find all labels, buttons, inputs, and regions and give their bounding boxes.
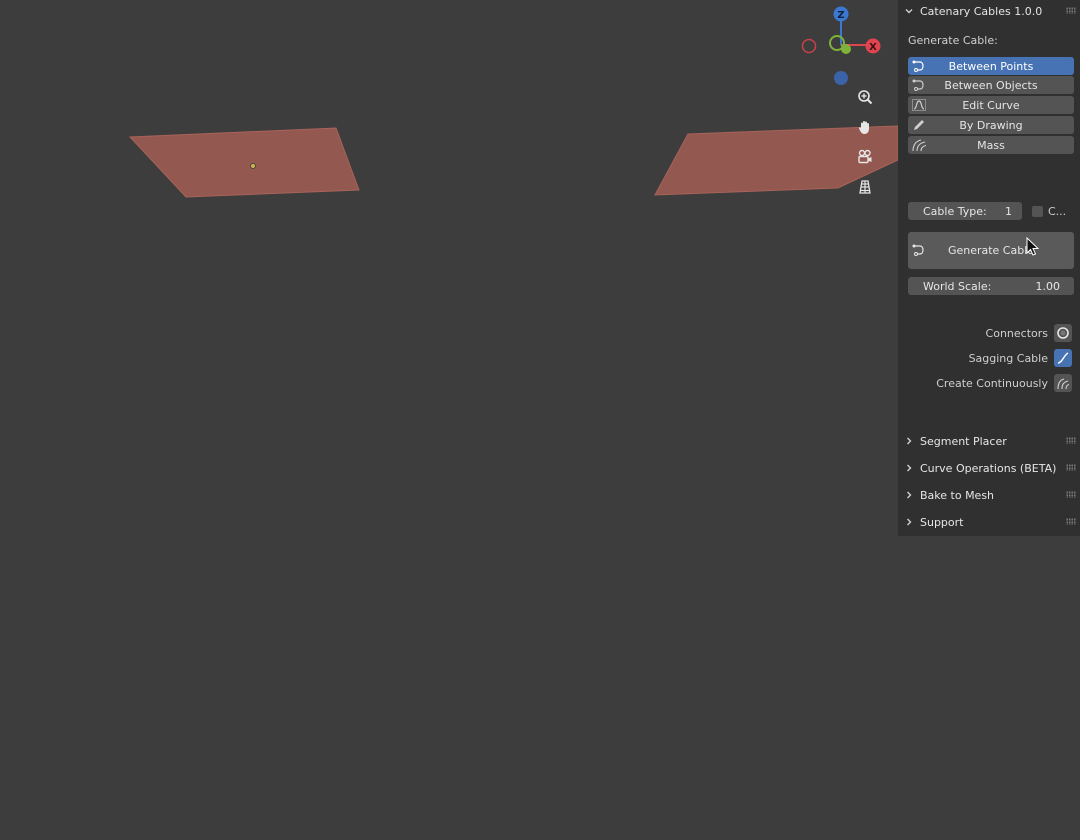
zoom-icon[interactable] [857, 89, 881, 113]
panel-title: Bake to Mesh [920, 488, 995, 502]
mass-icon [912, 139, 927, 152]
mode-between-objects-button[interactable]: Between Objects [908, 76, 1074, 94]
sag-curve-icon[interactable] [1054, 349, 1072, 367]
panel-title: Support [920, 515, 964, 529]
option-checkbox[interactable]: C... [1032, 202, 1066, 220]
cable-type-value: 1 [1005, 204, 1012, 218]
world-scale-value: 1.00 [1035, 279, 1061, 293]
chevron-right-icon [898, 517, 920, 527]
sidebar-panel-bg: Catenary Cables 1.0.0 Generate Cable: Be… [898, 0, 1080, 536]
drag-grip-icon[interactable] [1066, 437, 1076, 444]
panel-header-curve-operations[interactable]: Curve Operations (BETA) [898, 458, 1080, 478]
cable-objects-icon [912, 79, 924, 91]
ring-icon[interactable] [1054, 324, 1072, 342]
toggle-label: Connectors [985, 326, 1048, 340]
toggle-label: Create Continuously [936, 376, 1048, 390]
toggle-connectors-row[interactable]: Connectors [986, 323, 1072, 343]
world-scale-label: World Scale: [923, 279, 992, 293]
chevron-right-icon [898, 490, 920, 500]
mode-label: Between Objects [944, 78, 1038, 92]
chevron-right-icon [898, 463, 920, 473]
plane-left [128, 127, 360, 198]
chevron-right-icon [898, 436, 920, 446]
mode-edit-curve-button[interactable]: Edit Curve [908, 96, 1074, 114]
toggle-create-continuously-row[interactable]: Create Continuously [936, 373, 1072, 393]
cable-points-icon [912, 60, 924, 72]
panel-title: Curve Operations (BETA) [920, 461, 1057, 475]
mouse-cursor-icon [1026, 237, 1040, 256]
mode-label: Between Points [948, 59, 1034, 73]
panel-header-catenary[interactable]: Catenary Cables 1.0.0 [898, 1, 1080, 21]
drag-grip-icon[interactable] [1066, 491, 1076, 498]
axis-neg-z [834, 71, 848, 85]
cable-type-label: Cable Type: [923, 204, 987, 218]
axis-x-label: X [869, 42, 877, 53]
viewport-canvas: Z X [128, 6, 898, 198]
world-scale-field[interactable]: World Scale: 1.00 [908, 277, 1074, 295]
ortho-grid-icon[interactable] [857, 179, 881, 203]
panel-title: Segment Placer [920, 434, 1007, 448]
pencil-icon [914, 120, 924, 130]
generate-cable-button[interactable]: Generate Cable [908, 232, 1074, 269]
mode-label: Mass [977, 138, 1005, 152]
toggle-sagging-cable-row[interactable]: Sagging Cable [969, 348, 1072, 368]
toggle-label: Sagging Cable [968, 351, 1048, 365]
panel-header-support[interactable]: Support [898, 512, 1080, 532]
3d-viewport[interactable]: Z X [0, 0, 898, 840]
mode-by-drawing-button[interactable]: By Drawing [908, 116, 1074, 134]
pan-hand-icon[interactable] [857, 119, 881, 143]
drag-grip-icon[interactable] [1066, 464, 1076, 471]
drag-grip-icon[interactable] [1066, 518, 1076, 525]
edit-curve-icon [912, 99, 926, 111]
generate-cable-label: Generate Cable: [908, 34, 998, 47]
cable-type-field[interactable]: Cable Type: 1 [908, 202, 1022, 220]
chevron-down-icon [898, 6, 920, 16]
drag-grip-icon[interactable] [1066, 7, 1076, 14]
checkbox-box[interactable] [1032, 205, 1043, 217]
panel-header-bake-to-mesh[interactable]: Bake to Mesh [898, 485, 1080, 505]
object-origin-dot [250, 163, 256, 169]
continuous-icon[interactable] [1054, 374, 1072, 392]
cable-points-icon [912, 244, 924, 256]
mode-label: Edit Curve [962, 98, 1020, 112]
n-panel-sidebar: Catenary Cables 1.0.0 Generate Cable: Be… [898, 0, 1080, 840]
panel-title: Catenary Cables 1.0.0 [920, 4, 1043, 18]
axis-y [841, 44, 851, 54]
checkbox-label: C... [1048, 204, 1067, 218]
mode-mass-button[interactable]: Mass [908, 136, 1074, 154]
generate-cable-label: Generate Cable [947, 244, 1035, 257]
axis-z-label: Z [837, 10, 844, 21]
mode-label: By Drawing [959, 118, 1023, 132]
camera-view-icon[interactable] [857, 149, 881, 173]
panel-header-segment-placer[interactable]: Segment Placer [898, 431, 1080, 451]
mode-between-points-button[interactable]: Between Points [908, 57, 1074, 75]
axis-neg-x [801, 38, 817, 54]
